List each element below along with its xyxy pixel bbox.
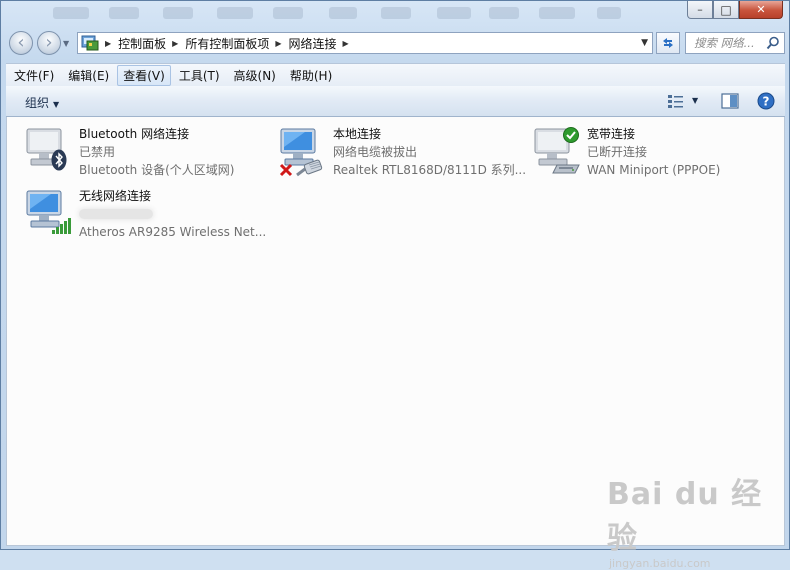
preview-pane-icon	[721, 93, 739, 109]
menu-file[interactable]: 文件(F)	[8, 65, 60, 86]
view-options-icon	[668, 95, 683, 108]
blurred-taskbar-item	[597, 7, 621, 19]
recent-pages-chevron-icon[interactable]: ▼	[63, 39, 69, 48]
menu-view[interactable]: 查看(V)	[117, 64, 171, 86]
connection-status: 已断开连接	[587, 145, 648, 159]
minimize-button[interactable]: –	[687, 1, 713, 19]
menu-help[interactable]: 帮助(H)	[284, 65, 338, 86]
blurred-taskbar-item	[381, 7, 411, 19]
blurred-taskbar-item	[329, 7, 357, 19]
refresh-icon	[663, 38, 673, 48]
connection-device: Bluetooth 设备(个人区域网)	[79, 163, 235, 177]
control-panel-icon	[81, 35, 99, 51]
blurred-taskbar-item	[437, 7, 471, 19]
address-bar[interactable]: ▶ 控制面板 ▶ 所有控制面板项 ▶ 网络连接 ▶ ▼	[77, 32, 653, 54]
breadcrumb-separator-icon[interactable]: ▶	[172, 39, 178, 48]
connection-name: 本地连接	[333, 127, 382, 141]
baidu-watermark: Bai du 经验 jingyan.baidu.com	[607, 469, 789, 570]
connection-device: WAN Miniport (PPPOE)	[587, 163, 721, 177]
blurred-taskbar-item	[163, 7, 193, 19]
back-arrow-icon: ‹	[17, 32, 25, 53]
connection-text: 本地连接 网络电缆被拔出 Realtek RTL8168D/8111D 系列..…	[333, 125, 526, 179]
address-dropdown-icon[interactable]: ▼	[641, 38, 648, 48]
menu-tools[interactable]: 工具(T)	[173, 65, 226, 86]
forward-button[interactable]: ›	[37, 31, 61, 55]
command-bar: 组织 ▼ ▼ ?	[6, 86, 785, 117]
connection-device: Realtek RTL8168D/8111D 系列...	[333, 163, 527, 177]
connection-name: Bluetooth 网络连接	[79, 127, 190, 141]
blurred-taskbar-item	[273, 7, 303, 19]
organize-button[interactable]: 组织 ▼	[25, 94, 59, 111]
modem-icon	[552, 164, 580, 174]
back-button[interactable]: ‹	[9, 31, 33, 55]
explorer-window: – □ ✕ ‹ › ▼ ▶ 控制面板 ▶ 所有控制面板项 ▶ 网络连接 ▶ ▼ …	[0, 0, 790, 570]
connection-status: 已禁用	[79, 145, 116, 159]
blurred-taskbar-item	[53, 7, 89, 19]
window-controls: – □ ✕	[687, 1, 783, 21]
help-icon: ?	[757, 92, 775, 110]
view-dropdown-chevron-icon[interactable]: ▼	[692, 96, 698, 105]
minimize-icon: –	[697, 3, 703, 16]
bluetooth-icon	[51, 149, 67, 171]
search-box[interactable]: 搜索 网络...	[685, 32, 785, 54]
preview-pane-button[interactable]	[721, 93, 739, 112]
breadcrumb-all-items[interactable]: 所有控制面板项	[185, 35, 269, 52]
svg-text:?: ?	[763, 95, 770, 109]
search-icon[interactable]	[766, 36, 780, 50]
breadcrumb-separator-icon[interactable]: ▶	[275, 39, 281, 48]
forward-arrow-icon: ›	[45, 32, 53, 53]
ethernet-cable-icon	[296, 159, 323, 177]
refresh-button[interactable]	[656, 32, 680, 54]
connection-text: 无线网络连接 Atheros AR9285 Wireless Net...	[79, 187, 266, 241]
breadcrumb-separator-icon[interactable]: ▶	[343, 39, 349, 48]
wifi-signal-icon	[52, 218, 71, 234]
breadcrumb-separator-icon[interactable]: ▶	[105, 39, 111, 48]
watermark-main: Bai du 经验	[607, 477, 763, 556]
help-button[interactable]: ?	[757, 92, 775, 113]
connection-text: Bluetooth 网络连接 已禁用 Bluetooth 设备(个人区域网)	[79, 125, 234, 179]
breadcrumb-network-connections[interactable]: 网络连接	[289, 35, 337, 52]
blurred-taskbar-item	[217, 7, 253, 19]
connection-status-redacted	[79, 205, 266, 223]
chevron-down-icon: ▼	[53, 100, 60, 109]
green-check-icon	[563, 127, 579, 143]
organize-label: 组织	[25, 96, 50, 110]
connection-item-broadband[interactable]: 宽带连接 已断开连接 WAN Miniport (PPPOE)	[529, 125, 781, 185]
connection-status: 网络电缆被拔出	[333, 145, 418, 159]
maximize-icon: □	[720, 2, 732, 17]
connection-item-local[interactable]: 本地连接 网络电缆被拔出 Realtek RTL8168D/8111D 系列..…	[275, 125, 527, 185]
close-button[interactable]: ✕	[739, 1, 783, 19]
blurred-taskbar-item	[109, 7, 139, 19]
search-input[interactable]: 搜索 网络...	[694, 35, 766, 51]
title-bar[interactable]: – □ ✕	[1, 1, 789, 27]
connection-item-bluetooth[interactable]: Bluetooth 网络连接 已禁用 Bluetooth 设备(个人区域网)	[21, 125, 271, 185]
connection-device: Atheros AR9285 Wireless Net...	[79, 225, 267, 239]
red-x-icon	[279, 163, 293, 177]
connection-name: 无线网络连接	[79, 189, 152, 203]
menu-advanced[interactable]: 高级(N)	[228, 65, 282, 86]
navigation-row: ‹ › ▼ ▶ 控制面板 ▶ 所有控制面板项 ▶ 网络连接 ▶ ▼ 搜索 网络.…	[1, 29, 789, 61]
connection-item-wireless[interactable]: 无线网络连接 Atheros AR9285 Wireless Net...	[21, 187, 281, 247]
connection-name: 宽带连接	[587, 127, 636, 141]
watermark-sub: jingyan.baidu.com	[609, 557, 711, 570]
menu-bar: 文件(F) 编辑(E) 查看(V) 工具(T) 高级(N) 帮助(H)	[6, 63, 785, 86]
blurred-taskbar-item	[539, 7, 575, 19]
close-icon: ✕	[756, 3, 766, 16]
breadcrumb-control-panel[interactable]: 控制面板	[118, 35, 166, 52]
connection-text: 宽带连接 已断开连接 WAN Miniport (PPPOE)	[587, 125, 720, 179]
change-view-button[interactable]	[667, 93, 685, 112]
blurred-taskbar-item	[489, 7, 519, 19]
menu-edit[interactable]: 编辑(E)	[62, 65, 115, 86]
maximize-button[interactable]: □	[713, 1, 739, 19]
